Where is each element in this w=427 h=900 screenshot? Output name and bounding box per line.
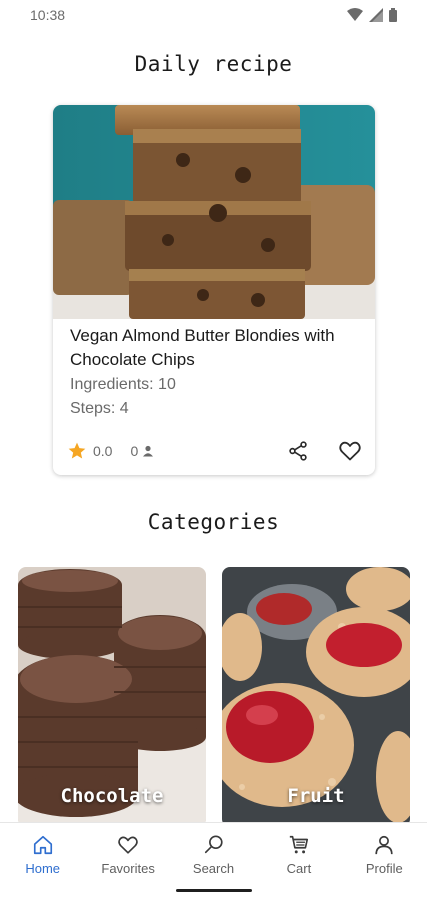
daily-recipe-title: Daily recipe — [134, 52, 293, 76]
signal-icon — [369, 8, 383, 22]
recipe-image — [53, 105, 375, 319]
nav-favorites-label: Favorites — [101, 861, 155, 876]
wifi-icon — [347, 8, 363, 21]
person-icon — [375, 835, 393, 855]
status-bar: 10:38 — [0, 0, 427, 30]
recipe-ingredients: Ingredients: 10 — [70, 376, 176, 393]
share-button[interactable] — [285, 438, 311, 464]
nav-home[interactable]: Home — [0, 823, 85, 900]
favorite-button[interactable] — [337, 438, 363, 464]
cart-icon — [289, 835, 308, 854]
nav-home-label: Home — [25, 861, 61, 876]
category-label-fruit: Fruit — [287, 785, 345, 807]
person-small-icon — [143, 445, 154, 457]
recipe-rating: 0.0 — [67, 441, 112, 461]
status-time: 10:38 — [30, 7, 66, 23]
recipe-action-icons — [285, 438, 363, 464]
nav-profile[interactable]: Profile — [342, 823, 427, 900]
heart-outline-icon — [339, 441, 361, 461]
home-icon — [33, 835, 52, 855]
recipe-steps: Steps: 4 — [70, 400, 129, 417]
nav-cart-label: Cart — [286, 861, 312, 876]
search-icon — [204, 835, 223, 854]
recipe-cooks: 0 — [130, 443, 154, 459]
rating-value: 0.0 — [93, 443, 113, 459]
recipe-name: Vegan Almond Butter Blondies with Chocol… — [70, 326, 335, 369]
battery-icon — [389, 8, 397, 22]
category-label-chocolate: Chocolate — [60, 785, 164, 807]
category-card-fruit[interactable]: Fruit — [222, 567, 410, 827]
nav-cart[interactable]: Cart — [256, 823, 341, 900]
daily-recipe-card[interactable]: Vegan Almond Butter Blondies with Chocol… — [53, 105, 375, 475]
status-icons — [347, 8, 397, 22]
nav-profile-label: Profile — [365, 861, 403, 876]
nav-search-label: Search — [192, 861, 235, 876]
nav-favorites[interactable]: Favorites — [85, 823, 170, 900]
recipe-actions: 0.0 0 — [67, 439, 363, 463]
cooks-count: 0 — [130, 443, 139, 459]
categories-title: Categories — [147, 510, 280, 534]
share-icon — [289, 441, 307, 461]
star-icon — [68, 442, 86, 459]
category-card-chocolate[interactable]: Chocolate — [18, 567, 206, 827]
heart-icon — [118, 836, 138, 854]
home-indicator — [176, 889, 252, 892]
